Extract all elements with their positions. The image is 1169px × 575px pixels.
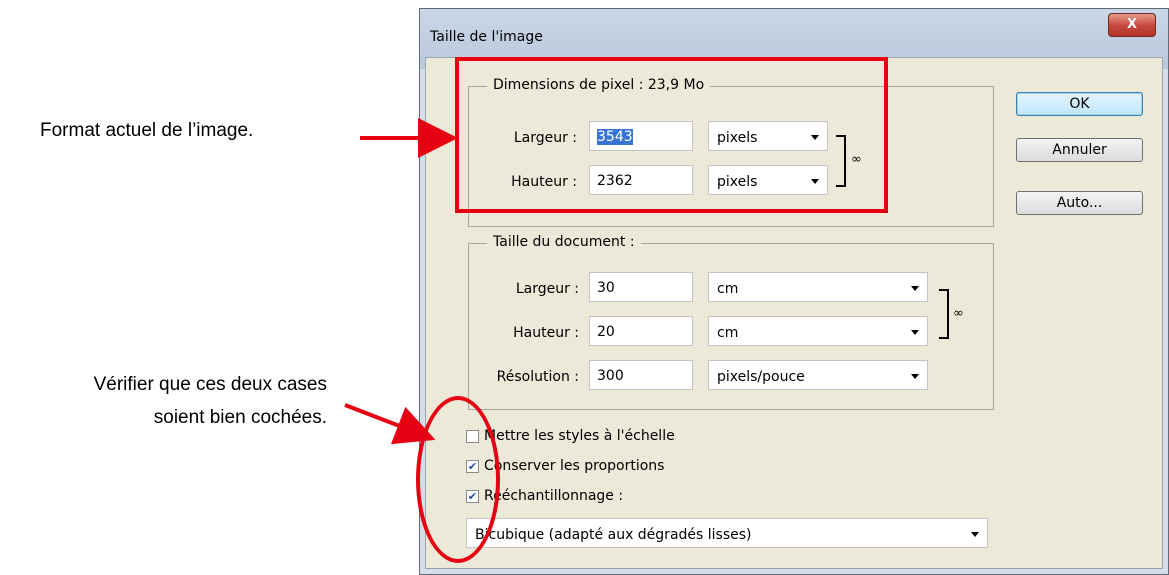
resolution-value: 300 bbox=[597, 368, 624, 384]
close-button[interactable]: X bbox=[1108, 13, 1156, 37]
doc-height-unit-value: cm bbox=[717, 325, 739, 341]
dialog-title: Taille de l'image bbox=[430, 29, 543, 45]
auto-button[interactable]: Auto... bbox=[1016, 191, 1143, 215]
chevron-down-icon bbox=[911, 286, 919, 291]
annotation-checkbox-text: Vérifier que ces deux cases soient bien … bbox=[0, 368, 327, 434]
ok-button[interactable]: OK bbox=[1016, 92, 1143, 116]
annotation-format-text: Format actuel de l’image. bbox=[40, 120, 254, 141]
annotation-line-2: soient bien cochées. bbox=[153, 407, 327, 428]
annotation-line-1: Vérifier que ces deux cases bbox=[93, 374, 327, 395]
chain-link-icon: ∞ bbox=[953, 306, 964, 321]
doc-constrain-bracket bbox=[939, 289, 949, 339]
doc-height-label: Hauteur : bbox=[513, 325, 579, 341]
doc-height-unit-select[interactable]: cm bbox=[708, 316, 928, 346]
resample-method-select[interactable]: Bicubique (adapté aux dégradés lisses) bbox=[466, 518, 988, 548]
resample-method-value: Bicubique (adapté aux dégradés lisses) bbox=[475, 527, 752, 543]
chevron-down-icon bbox=[971, 532, 979, 537]
doc-width-value: 30 bbox=[597, 280, 615, 296]
resolution-input[interactable]: 300 bbox=[589, 360, 693, 390]
doc-width-input[interactable]: 30 bbox=[589, 272, 693, 302]
cancel-button[interactable]: Annuler bbox=[1016, 138, 1143, 162]
pixel-dimensions-highlight bbox=[455, 57, 888, 213]
chevron-down-icon bbox=[911, 374, 919, 379]
resolution-label: Résolution : bbox=[496, 369, 579, 385]
resolution-unit-select[interactable]: pixels/pouce bbox=[708, 360, 928, 390]
constrain-proportions-label: Conserver les proportions bbox=[484, 458, 665, 474]
resample-label: Rééchantillonnage : bbox=[484, 488, 624, 504]
document-size-group: Taille du document : Largeur : 30 cm Hau… bbox=[468, 234, 994, 410]
resolution-unit-value: pixels/pouce bbox=[717, 369, 805, 385]
doc-height-value: 20 bbox=[597, 324, 615, 340]
checkbox-highlight-ellipse bbox=[416, 396, 500, 563]
doc-width-unit-value: cm bbox=[717, 281, 739, 297]
doc-height-input[interactable]: 20 bbox=[589, 316, 693, 346]
chevron-down-icon bbox=[911, 330, 919, 335]
scale-styles-label: Mettre les styles à l'échelle bbox=[484, 428, 675, 444]
doc-width-label: Largeur : bbox=[515, 281, 579, 297]
document-size-legend: Taille du document : bbox=[487, 234, 641, 250]
checkbox-arrow bbox=[344, 403, 436, 445]
doc-width-unit-select[interactable]: cm bbox=[708, 272, 928, 302]
